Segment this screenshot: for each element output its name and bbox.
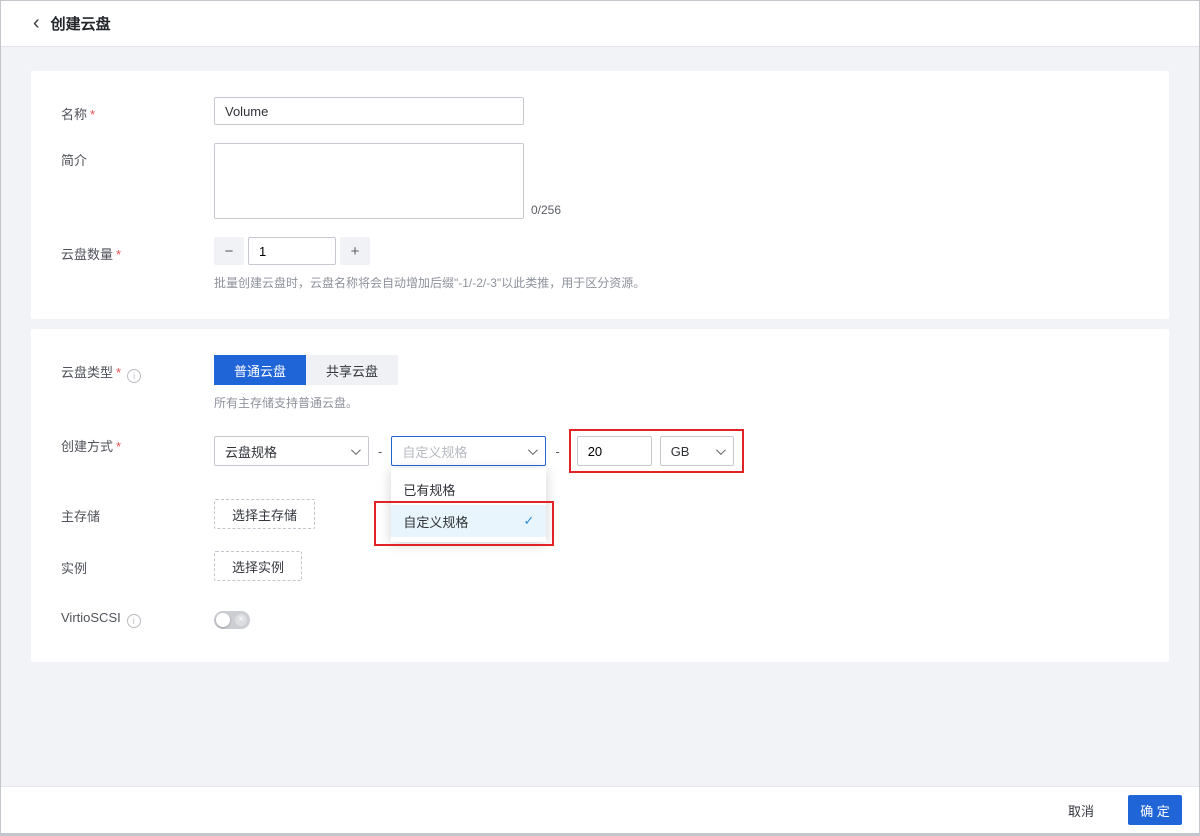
- primary-storage-label: 主存储: [61, 499, 214, 529]
- disk-type-label: 云盘类型* i: [61, 355, 214, 411]
- required-asterisk: *: [116, 247, 121, 262]
- separator-dash: -: [555, 444, 559, 459]
- page-footer: 取消 确 定: [1, 786, 1199, 833]
- instance-row: 实例 选择实例: [61, 551, 1139, 581]
- confirm-button[interactable]: 确 定: [1128, 795, 1182, 825]
- tab-shared-disk[interactable]: 共享云盘: [306, 355, 398, 385]
- info-icon[interactable]: i: [127, 369, 141, 383]
- virtioscsi-toggle[interactable]: ×: [214, 611, 250, 629]
- tab-normal-disk[interactable]: 普通云盘: [214, 355, 306, 385]
- primary-storage-row: 主存储 选择主存储: [61, 499, 1139, 529]
- description-label-text: 简介: [61, 153, 87, 168]
- count-input[interactable]: [248, 237, 336, 265]
- chevron-down-icon: [351, 445, 361, 455]
- required-asterisk: *: [90, 107, 95, 122]
- spec-type-select-value: 云盘规格: [225, 442, 277, 461]
- required-asterisk: *: [116, 439, 121, 454]
- spec-mode-dropdown: 已有规格 自定义规格 ✓: [391, 468, 546, 542]
- option-label: 自定义规格: [403, 512, 468, 531]
- char-counter: 0/256: [531, 203, 561, 219]
- primary-storage-label-text: 主存储: [61, 509, 100, 524]
- option-custom-spec[interactable]: 自定义规格 ✓: [391, 505, 546, 537]
- create-method-row: 创建方式* 云盘规格 - 自定义规格: [61, 429, 1139, 473]
- page-title: 创建云盘: [51, 13, 111, 34]
- chevron-down-icon: [528, 445, 538, 455]
- toggle-off-icon: ×: [235, 614, 247, 626]
- spec-mode-select[interactable]: 自定义规格: [391, 436, 546, 466]
- cancel-button[interactable]: 取消: [1062, 800, 1100, 821]
- name-label-text: 名称: [61, 107, 87, 122]
- required-asterisk: *: [116, 365, 121, 380]
- description-textarea[interactable]: [214, 143, 524, 219]
- info-icon[interactable]: i: [127, 614, 141, 628]
- count-label-text: 云盘数量: [61, 247, 113, 262]
- count-stepper: − +: [214, 237, 1139, 265]
- separator-dash: -: [378, 444, 382, 459]
- count-row: 云盘数量* − + 批量创建云盘时，云盘名称将会自动增加后缀"-1/-2/-3"…: [61, 237, 1139, 291]
- basic-info-panel: 名称* 简介 0/256 云盘数量*: [31, 71, 1169, 319]
- disk-type-help-text: 所有主存储支持普通云盘。: [214, 394, 1139, 411]
- disk-config-panel: 云盘类型*i 普通云盘 共享云盘 所有主存储支持普通云盘。 创建方式*: [31, 329, 1169, 662]
- spec-mode-select-value: 自定义规格: [402, 442, 467, 461]
- select-primary-storage-button[interactable]: 选择主存储: [214, 499, 315, 529]
- virtioscsi-label: VirtioSCSI i: [61, 605, 214, 634]
- page-header: ‹ 创建云盘: [1, 1, 1199, 47]
- name-input[interactable]: [214, 97, 524, 125]
- increment-button[interactable]: +: [340, 237, 370, 265]
- count-label: 云盘数量*: [61, 237, 214, 291]
- option-label: 已有规格: [403, 480, 455, 499]
- count-help-text: 批量创建云盘时，云盘名称将会自动增加后缀"-1/-2/-3"以此类推，用于区分资…: [214, 274, 1139, 291]
- instance-label-text: 实例: [61, 561, 87, 576]
- option-existing-spec[interactable]: 已有规格: [391, 473, 546, 505]
- select-instance-button[interactable]: 选择实例: [214, 551, 302, 581]
- toggle-knob: [216, 613, 230, 627]
- size-unit-select-value: GB: [671, 444, 690, 459]
- check-icon: ✓: [523, 513, 534, 529]
- page-content: 名称* 简介 0/256 云盘数量*: [1, 47, 1199, 786]
- decrement-button[interactable]: −: [214, 237, 244, 265]
- description-label: 简介: [61, 143, 214, 219]
- size-annotation-rectangle: GB: [569, 429, 744, 473]
- size-unit-select[interactable]: GB: [660, 436, 734, 466]
- disk-type-label-text: 云盘类型: [61, 365, 113, 380]
- instance-label: 实例: [61, 551, 214, 581]
- description-row: 简介 0/256: [61, 143, 1139, 219]
- virtioscsi-label-text: VirtioSCSI: [61, 610, 121, 625]
- create-volume-window: ‹ 创建云盘 名称* 简介 0/256: [0, 0, 1200, 836]
- create-method-label: 创建方式*: [61, 429, 214, 473]
- disk-type-row: 云盘类型* i 普通云盘 共享云盘 所有主存储支持普通云盘。: [61, 355, 1139, 411]
- back-icon[interactable]: ‹: [33, 13, 40, 33]
- spec-type-select[interactable]: 云盘规格: [214, 436, 369, 466]
- chevron-down-icon: [716, 445, 726, 455]
- disk-type-tabs: 普通云盘 共享云盘: [214, 355, 398, 385]
- size-input[interactable]: [577, 436, 652, 466]
- name-label: 名称*: [61, 97, 214, 125]
- create-method-label-text: 创建方式: [61, 439, 113, 454]
- name-row: 名称*: [61, 97, 1139, 125]
- virtioscsi-row: VirtioSCSI i ×: [61, 605, 1139, 634]
